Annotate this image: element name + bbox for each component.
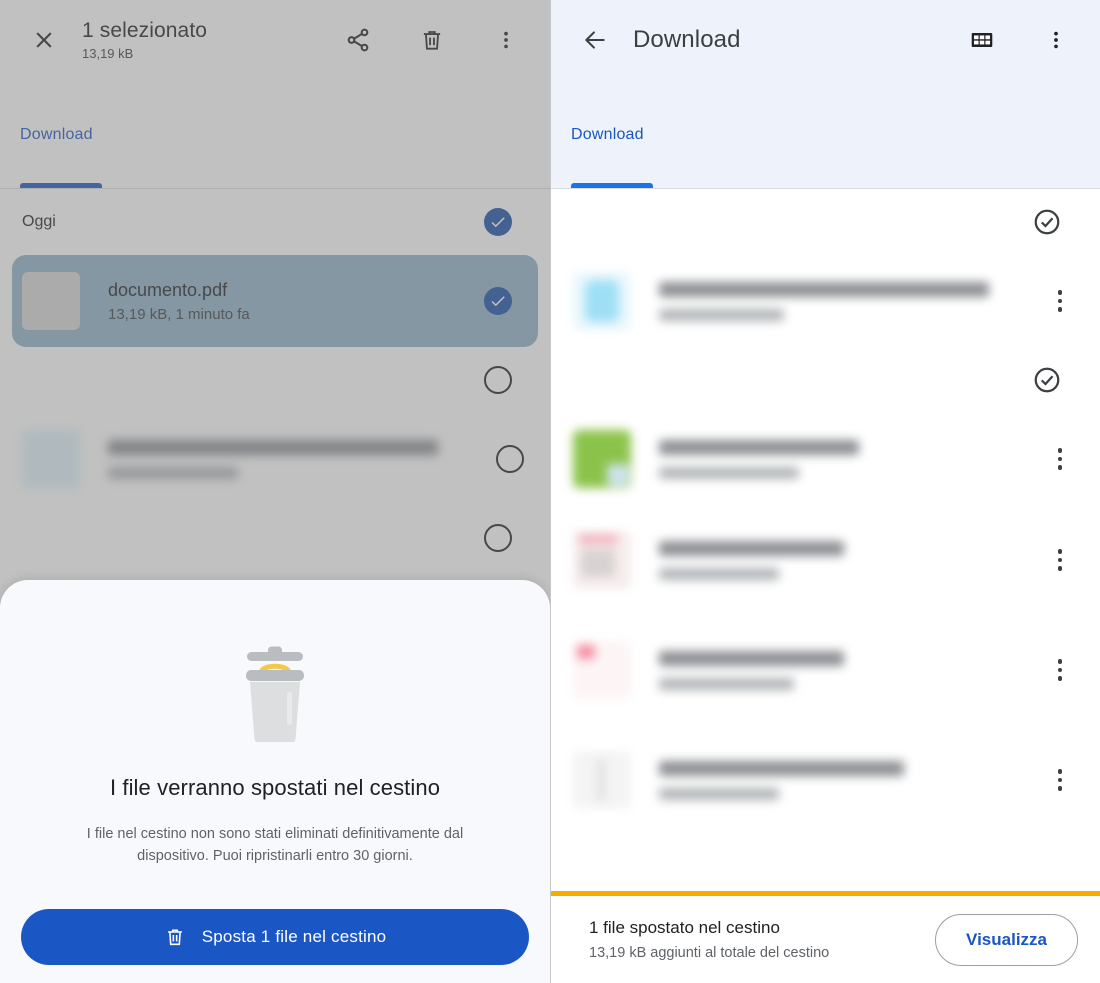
left-appbar: 1 selezionato 13,19 kB — [0, 0, 550, 80]
tab-download[interactable]: Download — [571, 126, 644, 144]
share-icon[interactable] — [334, 16, 382, 64]
confirm-trash-bottom-sheet: I file verranno spostati nel cestino I f… — [0, 580, 550, 983]
row-end — [1036, 281, 1084, 321]
table-row[interactable]: documento.pdf 13,19 kB, 1 minuto fa — [12, 255, 538, 347]
file-meta — [108, 439, 486, 479]
file-thumbnail — [573, 531, 631, 589]
group-select-checkbox[interactable] — [1032, 207, 1062, 237]
section-header-group-2 — [551, 347, 1100, 413]
file-name: documento.pdf — [108, 279, 228, 300]
right-file-list — [551, 189, 1100, 983]
right-appbar-actions — [958, 16, 1080, 64]
view-trash-button[interactable]: Visualizza — [935, 913, 1078, 966]
file-subtitle — [108, 466, 238, 479]
group-select-checkbox[interactable] — [1032, 365, 1062, 395]
move-to-trash-button[interactable]: Sposta 1 file nel cestino — [21, 909, 529, 965]
more-vert-icon[interactable] — [1032, 16, 1080, 64]
file-meta — [659, 760, 1036, 800]
snackbar-texts: 1 file spostato nel cestino 13,19 kB agg… — [589, 916, 935, 964]
row-end — [1036, 650, 1084, 690]
right-tabstrip: Download — [551, 80, 1100, 189]
file-meta: documento.pdf 13,19 kB, 1 minuto fa — [108, 278, 474, 325]
trash-snackbar: 1 file spostato nel cestino 13,19 kB agg… — [551, 891, 1100, 983]
table-row[interactable] — [551, 725, 1100, 835]
file-meta — [659, 540, 1036, 580]
right-appbar-titles: Download — [633, 27, 958, 53]
section-header-group-1 — [551, 189, 1100, 255]
file-thumbnail — [22, 272, 80, 330]
row-end — [1036, 540, 1084, 580]
row-end — [1036, 760, 1084, 800]
file-meta — [659, 281, 1036, 321]
file-name — [659, 760, 904, 776]
row-end — [474, 287, 522, 315]
table-row[interactable] — [551, 505, 1100, 615]
file-thumbnail — [573, 641, 631, 699]
sheet-title: I file verranno spostati nel cestino — [109, 775, 441, 800]
file-name — [659, 281, 989, 297]
section-label: Oggi — [22, 213, 56, 230]
file-thumbnail — [573, 751, 631, 809]
section-select-all-checkbox[interactable] — [484, 208, 512, 236]
left-appbar-actions — [334, 16, 530, 64]
file-subtitle — [659, 466, 799, 479]
selection-size-subtitle: 13,19 kB — [82, 45, 134, 61]
table-row[interactable] — [551, 615, 1100, 725]
snackbar-subtitle: 13,19 kB aggiunti al totale del cestino — [589, 944, 830, 961]
snackbar-title: 1 file spostato nel cestino — [589, 917, 780, 937]
more-vert-icon[interactable] — [1040, 281, 1080, 321]
file-subtitle — [659, 677, 794, 690]
section-select-checkbox-unchecked[interactable] — [484, 366, 512, 394]
section-select-checkbox-unchecked-2[interactable] — [484, 524, 512, 552]
dual-screenshot-container: 1 selezionato 13,19 kB Download Oggi doc… — [0, 0, 1100, 983]
close-icon[interactable] — [20, 16, 68, 64]
left-tabstrip: Download — [0, 80, 550, 189]
file-name — [108, 439, 438, 455]
file-thumbnail — [573, 430, 631, 488]
arrow-back-icon[interactable] — [571, 16, 619, 64]
section-header-blurred-1 — [0, 347, 550, 413]
file-name — [659, 540, 844, 556]
section-header-blurred-2 — [0, 505, 550, 571]
file-meta — [659, 439, 1036, 479]
section-header-oggi: Oggi — [0, 189, 550, 255]
file-name — [659, 439, 859, 455]
trash-bin-illustration — [225, 642, 325, 751]
sheet-body-text: I file nel cestino non sono stati elimin… — [86, 826, 464, 864]
file-subtitle — [659, 567, 779, 580]
file-thumbnail — [22, 430, 80, 488]
row-end — [1036, 439, 1084, 479]
file-subtitle — [659, 787, 779, 800]
selection-count-title: 1 selezionato — [82, 18, 208, 42]
table-row[interactable] — [551, 255, 1100, 347]
more-vert-icon[interactable] — [1040, 650, 1080, 690]
table-row[interactable] — [551, 413, 1100, 505]
more-vert-icon[interactable] — [1040, 540, 1080, 580]
trash-icon[interactable] — [408, 16, 456, 64]
row-end — [486, 445, 534, 473]
page-title: Download — [633, 26, 741, 53]
left-panel-files-selection: 1 selezionato 13,19 kB Download Oggi doc… — [0, 0, 550, 983]
more-vert-icon[interactable] — [1040, 760, 1080, 800]
right-panel-files-list: Download Download 1 file spostato nel ce… — [550, 0, 1100, 983]
more-vert-icon[interactable] — [482, 16, 530, 64]
trash-icon — [164, 926, 186, 948]
file-subtitle — [659, 308, 784, 321]
file-subtitle: 13,19 kB, 1 minuto fa — [108, 305, 250, 323]
tab-download[interactable]: Download — [20, 126, 93, 144]
right-appbar: Download — [551, 0, 1100, 80]
file-select-checkbox[interactable] — [496, 445, 524, 473]
file-name — [659, 650, 844, 666]
file-thumbnail — [573, 272, 631, 330]
table-row[interactable] — [0, 413, 550, 505]
left-appbar-titles: 1 selezionato 13,19 kB — [82, 18, 334, 63]
file-select-checkbox[interactable] — [484, 287, 512, 315]
more-vert-icon[interactable] — [1040, 439, 1080, 479]
file-meta — [659, 650, 1036, 690]
grid-view-icon[interactable] — [958, 16, 1006, 64]
move-to-trash-label: Sposta 1 file nel cestino — [201, 927, 387, 946]
